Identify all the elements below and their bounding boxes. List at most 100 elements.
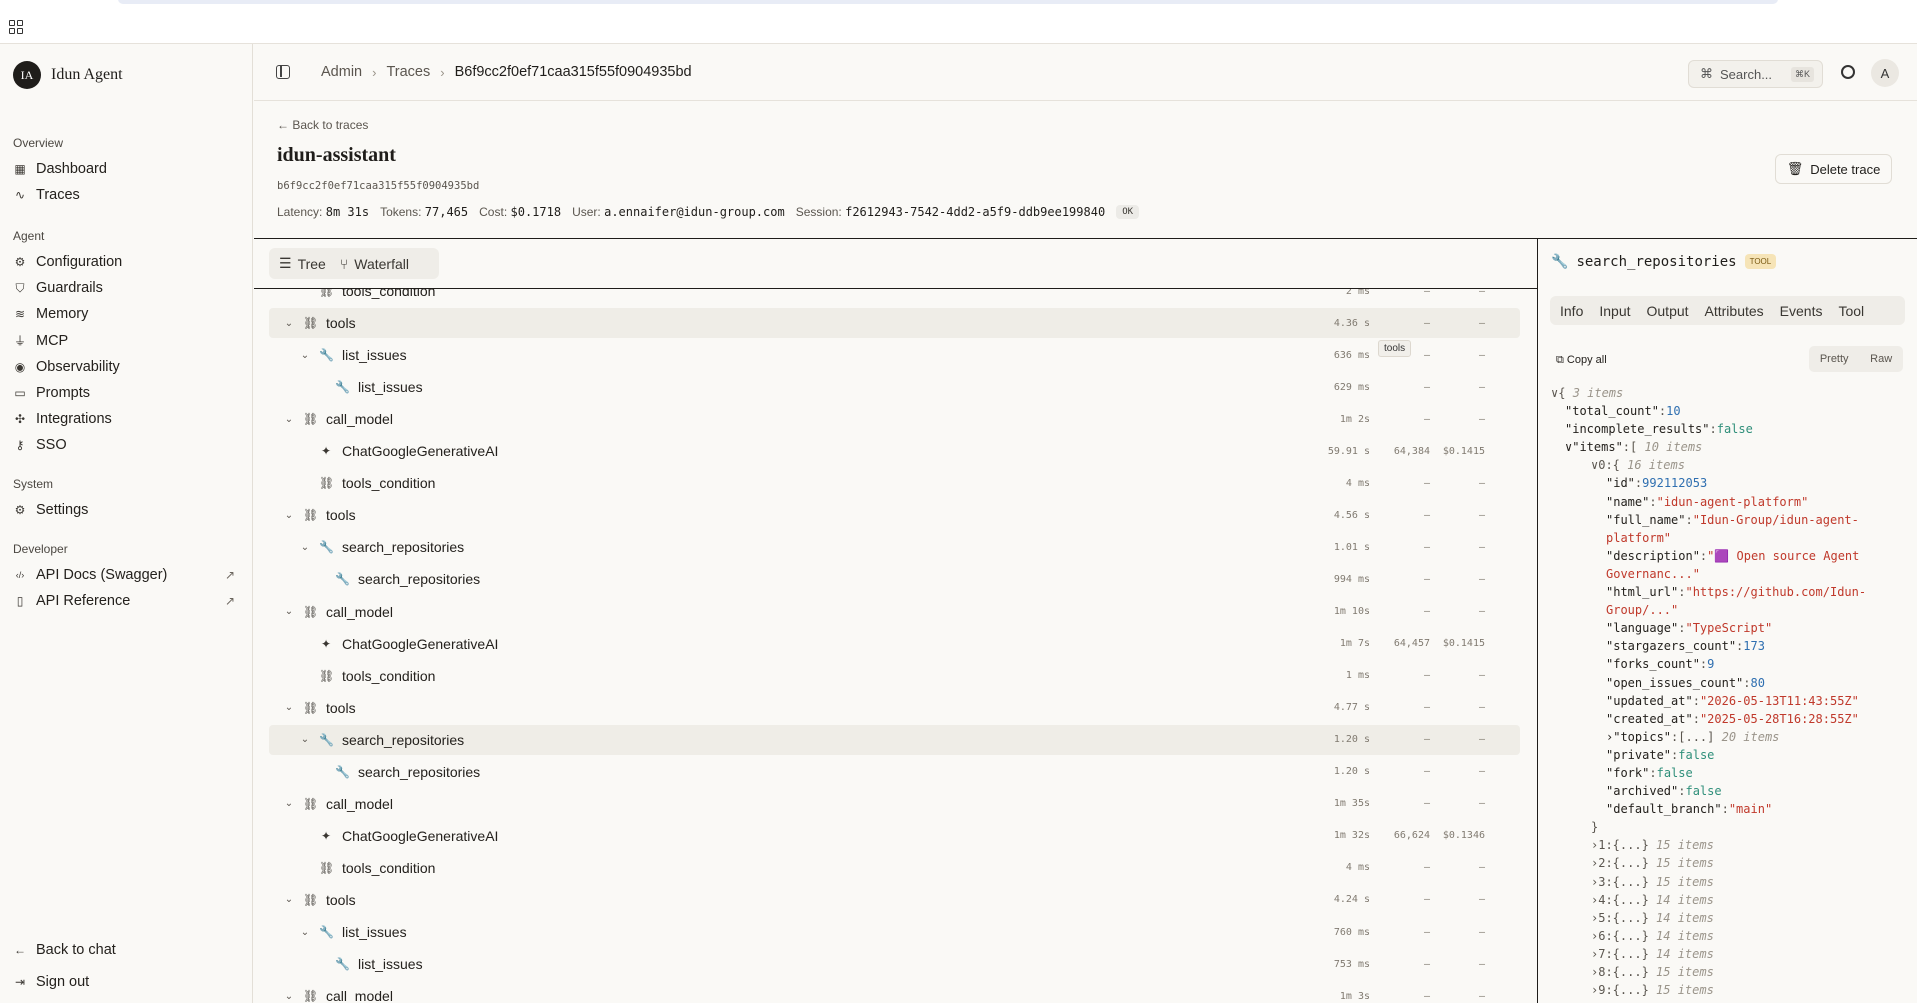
apps-grid-icon[interactable] xyxy=(9,20,23,34)
tab-waterfall[interactable]: ⑂ Waterfall xyxy=(340,256,409,272)
chevron-down-icon[interactable]: ⌄ xyxy=(283,894,295,905)
chevron-down-icon[interactable]: ⌄ xyxy=(299,734,311,745)
span-row[interactable]: 🔧 search_repositories 1.20 s – – xyxy=(269,757,1520,787)
span-row[interactable]: ⌄ ⛓ call_model 1m 2s – – xyxy=(269,404,1520,434)
tab-events[interactable]: Events xyxy=(1780,303,1823,319)
wrench-icon: 🔧 xyxy=(1551,253,1569,269)
chevron-down-icon[interactable]: ⌄ xyxy=(299,350,311,361)
span-row[interactable]: 🔧 search_repositories 994 ms – – xyxy=(269,564,1520,594)
span-row[interactable]: ⌄ 🔧 list_issues 636 ms – – xyxy=(269,340,1520,370)
chevron-right-icon: › xyxy=(440,64,445,80)
span-row[interactable]: ⛓ tools_condition 2 ms – – xyxy=(269,289,1520,306)
span-metrics: 4.36 s – – xyxy=(1310,308,1512,338)
sidebar-item-sso[interactable]: ⚷ SSO xyxy=(13,433,238,457)
copy-all-button[interactable]: ⧉ Copy all xyxy=(1556,354,1607,367)
sidebar-item-api-docs-swagger[interactable]: ‹/› API Docs (Swagger) ↗ xyxy=(13,563,238,587)
theme-toggle-icon[interactable] xyxy=(1841,65,1855,79)
sidebar-item-guardrails[interactable]: ⛉ Guardrails xyxy=(13,276,238,300)
span-row[interactable]: ✦ ChatGoogleGenerativeAI 1m 7s 64,457 $0.141… xyxy=(269,629,1520,659)
span-tokens: – xyxy=(1423,894,1430,906)
sidebar-item-dashboard[interactable]: ▦ Dashboard xyxy=(13,157,238,181)
span-cost: – xyxy=(1478,413,1485,425)
span-row[interactable]: ⌄ 🔧 search_repositories 1.20 s – – xyxy=(269,724,1520,755)
chevron-down-icon[interactable]: ⌄ xyxy=(283,606,295,617)
json-token: 16 items xyxy=(1627,458,1685,473)
delete-trace-button[interactable]: 🗑 Delete trace xyxy=(1775,154,1892,184)
chevron-down-icon[interactable]: ⌄ xyxy=(283,991,295,1002)
tab-tool[interactable]: Tool xyxy=(1838,303,1864,319)
sidebar-item-api-reference[interactable]: ▯ API Reference ↗ xyxy=(13,589,238,613)
span-tokens: – xyxy=(1423,926,1430,938)
span-row[interactable]: ⌄ ⛓ tools 4.77 s – – xyxy=(269,693,1520,723)
sidebar-toggle-icon[interactable] xyxy=(276,65,290,79)
span-name: call_model xyxy=(326,988,393,1003)
tab-info[interactable]: Info xyxy=(1560,303,1583,319)
tab-attributes[interactable]: Attributes xyxy=(1705,303,1764,319)
tab-tree[interactable]: ☰ Tree xyxy=(279,255,326,272)
span-tokens: – xyxy=(1423,477,1430,489)
chevron-down-icon[interactable]: ⌄ xyxy=(283,510,295,521)
copy-icon: ⧉ xyxy=(1556,354,1564,366)
span-duration: 59.91 s xyxy=(1327,445,1370,457)
span-row[interactable]: ⌄ 🔧 search_repositories 1.01 s – – xyxy=(269,532,1520,562)
span-row[interactable]: ⛓ tools_condition 1 ms – – xyxy=(269,661,1520,691)
span-cost: – xyxy=(1478,477,1485,489)
chevron-down-icon[interactable]: ⌄ xyxy=(299,927,311,938)
span-row[interactable]: 🔧 list_issues 629 ms – – xyxy=(269,372,1520,402)
span-metrics: 760 ms – – xyxy=(1310,917,1512,947)
sidebar-item-memory[interactable]: ≋ Memory xyxy=(13,302,238,326)
span-row[interactable]: ✦ ChatGoogleGenerativeAI 59.91 s 64,384 $0.1… xyxy=(269,436,1520,466)
sidebar-section-title: Overview xyxy=(13,136,64,150)
span-row[interactable]: ⌄ ⛓ tools 4.56 s – – xyxy=(269,500,1520,530)
sidebar-item-settings[interactable]: ⚙ Settings xyxy=(13,498,238,522)
span-row[interactable]: ⌄ ⛓ tools 4.36 s – – xyxy=(269,308,1520,339)
tab-input[interactable]: Input xyxy=(1599,303,1630,319)
sidebar-item-mcp[interactable]: ⏚ MCP xyxy=(13,329,238,353)
page-header: Admin › Traces › B6f9cc2f0ef71caa315f55f… xyxy=(254,44,1917,101)
chevron-down-icon[interactable]: ⌄ xyxy=(283,414,295,425)
tab-output[interactable]: Output xyxy=(1647,303,1689,319)
back-to-traces-link[interactable]: ← Back to traces xyxy=(277,118,368,132)
span-row[interactable]: ⌄ ⛓ tools 4.24 s – – xyxy=(269,885,1520,915)
span-row[interactable]: ⛓ tools_condition 4 ms – – xyxy=(269,468,1520,498)
breadcrumb-admin[interactable]: Admin xyxy=(321,64,362,80)
sidebar-item-configuration[interactable]: ⚙ Configuration xyxy=(13,250,238,274)
span-cost: – xyxy=(1478,670,1485,682)
chevron-down-icon[interactable]: ⌄ xyxy=(283,318,295,329)
sidebar-item-observability[interactable]: ◉ Observability xyxy=(13,355,238,379)
breadcrumb-traces[interactable]: Traces xyxy=(386,64,430,80)
chevron-down-icon[interactable]: ⌄ xyxy=(283,702,295,713)
sparkle-icon: ✦ xyxy=(320,828,332,843)
sidebar-item-label: Settings xyxy=(36,502,89,518)
span-row[interactable]: ✦ ChatGoogleGenerativeAI 1m 32s 66,624 $0.13… xyxy=(269,821,1520,851)
span-cost: – xyxy=(1478,573,1485,585)
breadcrumb-current: B6f9cc2f0ef71caa315f55f0904935bd xyxy=(454,64,692,80)
span-row[interactable]: ⌄ 🔧 list_issues 760 ms – – xyxy=(269,917,1520,947)
json-token: ›9:{...} xyxy=(1591,983,1657,998)
json-line: ›7:{...} 14 items xyxy=(1551,945,1911,963)
back-to-chat-link[interactable]: ← Back to chat xyxy=(13,938,238,962)
span-cost: – xyxy=(1478,606,1485,617)
span-tokens: – xyxy=(1423,734,1430,746)
sidebar-item-prompts[interactable]: ▭ Prompts xyxy=(13,381,238,405)
span-row[interactable]: 🔧 list_issues 753 ms – – xyxy=(269,949,1520,979)
sidebar-item-integrations[interactable]: ✣ Integrations xyxy=(13,407,238,431)
span-row[interactable]: ⛓ tools_condition 4 ms – – xyxy=(269,853,1520,883)
chevron-down-icon[interactable]: ⌄ xyxy=(299,542,311,553)
sign-out-link[interactable]: ⇥ Sign out xyxy=(13,970,238,994)
span-row[interactable]: ⌄ ⛓ call_model 1m 35s – – xyxy=(269,789,1520,819)
brand[interactable]: IA Idun Agent xyxy=(13,61,123,89)
search-button[interactable]: ⌘ Search... ⌘K xyxy=(1688,60,1823,88)
sidebar-item-traces[interactable]: ∿ Traces xyxy=(13,183,238,207)
format-pretty[interactable]: Pretty xyxy=(1820,353,1849,365)
span-row[interactable]: ⌄ ⛓ call_model 1m 10s – – xyxy=(269,597,1520,627)
span-name: search_repositories xyxy=(342,539,465,556)
format-raw[interactable]: Raw xyxy=(1870,353,1892,365)
json-token: platform" xyxy=(1606,530,1672,545)
chevron-down-icon[interactable]: ⌄ xyxy=(283,798,295,809)
sparkle-icon: ✦ xyxy=(320,444,332,459)
avatar[interactable]: A xyxy=(1871,59,1899,87)
span-row[interactable]: ⌄ ⛓ call_model 1m 3s – – xyxy=(269,981,1520,1003)
sidebar: IA Idun Agent Overview ▦ Dashboard ∿ Traces A… xyxy=(0,44,253,1003)
json-token: : xyxy=(1743,675,1751,690)
